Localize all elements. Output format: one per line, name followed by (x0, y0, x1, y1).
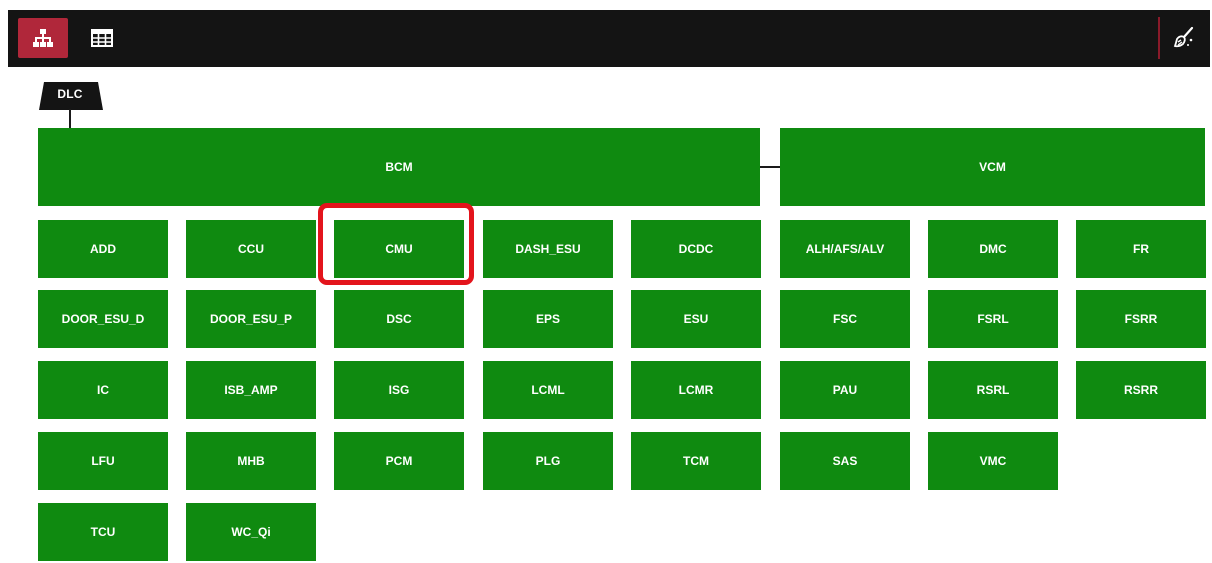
module-tile[interactable]: DASH_ESU (483, 220, 613, 278)
module-tile[interactable]: LCMR (631, 361, 761, 419)
module-tile[interactable]: EPS (483, 290, 613, 348)
dlc-root-node[interactable]: DLC (38, 81, 104, 111)
module-tile[interactable]: VMC (928, 432, 1058, 490)
module-tile[interactable]: FSRR (1076, 290, 1206, 348)
hierarchy-icon (33, 29, 53, 47)
module-tile[interactable]: LFU (38, 432, 168, 490)
gateway-connector-line (760, 166, 780, 168)
module-tile[interactable]: TCM (631, 432, 761, 490)
module-tile[interactable]: FSRL (928, 290, 1058, 348)
tree-view-button[interactable] (18, 18, 68, 58)
module-tile[interactable]: DOOR_ESU_D (38, 290, 168, 348)
module-tile[interactable]: PCM (334, 432, 464, 490)
toolbar-divider (1158, 17, 1160, 59)
module-tile[interactable]: DSC (334, 290, 464, 348)
broom-icon (1173, 26, 1194, 48)
top-toolbar (8, 10, 1210, 67)
module-tile[interactable]: WC_Qi (186, 503, 316, 561)
dlc-connector-line (69, 109, 71, 129)
module-tile[interactable]: IC (38, 361, 168, 419)
module-tile[interactable]: PAU (780, 361, 910, 419)
module-tile[interactable]: MHB (186, 432, 316, 490)
module-tile[interactable]: PLG (483, 432, 613, 490)
module-tile[interactable]: CCU (186, 220, 316, 278)
app-window: DLC BCM VCM ADD CCU CMU DASH_ESU DCDC ALH/AFS… (0, 0, 1212, 563)
module-tile[interactable]: RSRL (928, 361, 1058, 419)
table-view-button[interactable] (80, 18, 124, 58)
module-tile[interactable]: LCML (483, 361, 613, 419)
module-tile[interactable]: CMU (334, 220, 464, 278)
module-tile[interactable]: FR (1076, 220, 1206, 278)
dlc-label: DLC (57, 87, 83, 101)
gateway-vcm[interactable]: VCM (780, 128, 1205, 206)
module-tile[interactable]: ISB_AMP (186, 361, 316, 419)
module-tile[interactable]: DCDC (631, 220, 761, 278)
module-tile[interactable]: SAS (780, 432, 910, 490)
module-tile[interactable]: ESU (631, 290, 761, 348)
clear-button[interactable] (1164, 18, 1204, 58)
table-icon (91, 29, 113, 47)
module-tile[interactable]: TCU (38, 503, 168, 561)
module-tile[interactable]: ISG (334, 361, 464, 419)
module-tile[interactable]: ALH/AFS/ALV (780, 220, 910, 278)
gateway-bcm[interactable]: BCM (38, 128, 760, 206)
module-tile[interactable]: FSC (780, 290, 910, 348)
module-tile[interactable]: RSRR (1076, 361, 1206, 419)
module-tile[interactable]: ADD (38, 220, 168, 278)
module-tile[interactable]: DMC (928, 220, 1058, 278)
module-tile[interactable]: DOOR_ESU_P (186, 290, 316, 348)
